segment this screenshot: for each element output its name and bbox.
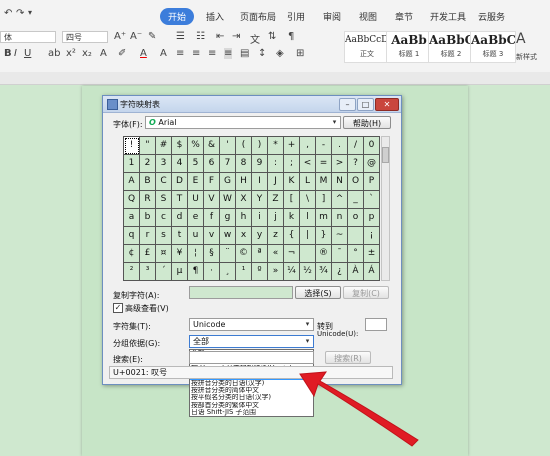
arrow-shape [299,371,419,447]
annotation-arrow [299,371,419,447]
